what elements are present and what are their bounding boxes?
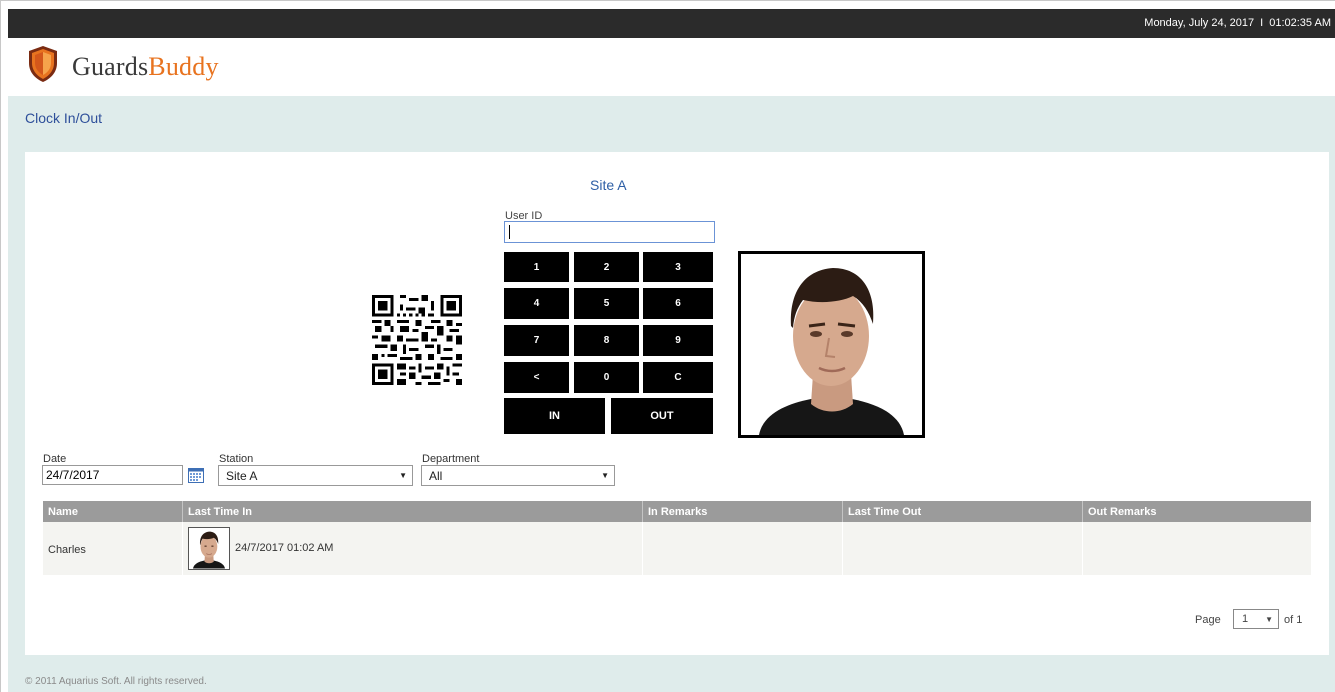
pager-page-label: Page: [1195, 614, 1221, 626]
key-5[interactable]: 5: [574, 288, 639, 319]
column-header-name[interactable]: Name: [43, 501, 182, 522]
chevron-down-icon: ▼: [601, 471, 609, 480]
key-8[interactable]: 8: [574, 325, 639, 356]
station-label: Station: [219, 453, 254, 465]
column-header-in-remarks[interactable]: In Remarks: [642, 501, 842, 522]
top-bar: Monday, July 24, 2017 I 01:02:35 AM: [8, 9, 1335, 38]
key-9[interactable]: 9: [643, 325, 713, 356]
footer-copyright: © 2011 Aquarius Soft. All rights reserve…: [25, 676, 207, 687]
user-avatar-image: [741, 254, 922, 435]
user-avatar-image: [189, 528, 229, 569]
key-4[interactable]: 4: [504, 288, 569, 319]
table-header: Name Last Time In In Remarks Last Time O…: [43, 501, 1311, 522]
brand-name-part1: Guards: [72, 52, 149, 81]
date-label: Date: [43, 453, 67, 465]
page-selected-value: 1: [1242, 613, 1249, 625]
pager-total: of 1: [1284, 614, 1303, 626]
user-thumbnail[interactable]: [188, 527, 230, 570]
key-clear[interactable]: C: [643, 362, 713, 393]
brand-logo[interactable]: GuardsBuddy: [72, 52, 219, 82]
attendance-table: Name Last Time In In Remarks Last Time O…: [43, 501, 1311, 575]
pager: Page 1 ▼ of 1: [1195, 609, 1315, 631]
shield-icon: [29, 46, 57, 82]
department-selected-value: All: [429, 469, 443, 483]
clock-in-button[interactable]: IN: [504, 398, 605, 434]
chevron-down-icon: ▼: [399, 471, 407, 480]
date-field[interactable]: [42, 465, 183, 485]
current-datetime: Monday, July 24, 2017 I 01:02:35 AM: [1144, 17, 1331, 29]
cell-last-time-in-value: 24/7/2017 01:02 AM: [235, 542, 334, 554]
text-caret: [509, 225, 510, 239]
current-date: Monday, July 24, 2017: [1144, 17, 1255, 29]
datetime-separator: I: [1260, 17, 1264, 29]
clock-out-button[interactable]: OUT: [611, 398, 713, 434]
cell-last-time-out: [842, 522, 1082, 575]
station-select[interactable]: Site A ▼: [218, 465, 413, 486]
current-time: 01:02:35 AM: [1269, 17, 1331, 29]
key-6[interactable]: 6: [643, 288, 713, 319]
department-select[interactable]: All ▼: [421, 465, 615, 486]
column-header-last-time-out[interactable]: Last Time Out: [842, 501, 1082, 522]
cell-last-time-in: 24/7/2017 01:02 AM: [182, 522, 642, 575]
column-header-out-remarks[interactable]: Out Remarks: [1082, 501, 1311, 522]
table-row[interactable]: Charles 24/7/2017 01:02 AM: [43, 522, 1311, 575]
cell-in-remarks: [642, 522, 842, 575]
site-title: Site A: [590, 177, 627, 193]
key-7[interactable]: 7: [504, 325, 569, 356]
user-photo: [738, 251, 925, 438]
key-1[interactable]: 1: [504, 252, 569, 282]
main-content: Clock In/Out Site A User ID 1 2 3 4 5 6 …: [8, 96, 1335, 692]
clock-panel: Site A User ID 1 2 3 4 5 6 7 8 9 < 0 C I…: [25, 152, 1329, 655]
page-title: Clock In/Out: [25, 110, 103, 126]
calendar-icon[interactable]: [188, 468, 204, 483]
station-selected-value: Site A: [226, 469, 258, 483]
column-header-last-time-in[interactable]: Last Time In: [182, 501, 642, 522]
page-select[interactable]: 1 ▼: [1233, 609, 1279, 629]
brand-name-part2: Buddy: [148, 52, 219, 81]
key-3[interactable]: 3: [643, 252, 713, 282]
cell-name: Charles: [48, 544, 86, 556]
user-id-input[interactable]: [504, 221, 715, 243]
key-2[interactable]: 2: [574, 252, 639, 282]
cell-out-remarks: [1082, 522, 1311, 575]
chevron-down-icon: ▼: [1265, 615, 1273, 624]
department-label: Department: [422, 453, 480, 465]
header: GuardsBuddy: [8, 38, 1335, 96]
key-0[interactable]: 0: [574, 362, 639, 393]
key-backspace[interactable]: <: [504, 362, 569, 393]
qr-code-icon: [372, 295, 462, 385]
